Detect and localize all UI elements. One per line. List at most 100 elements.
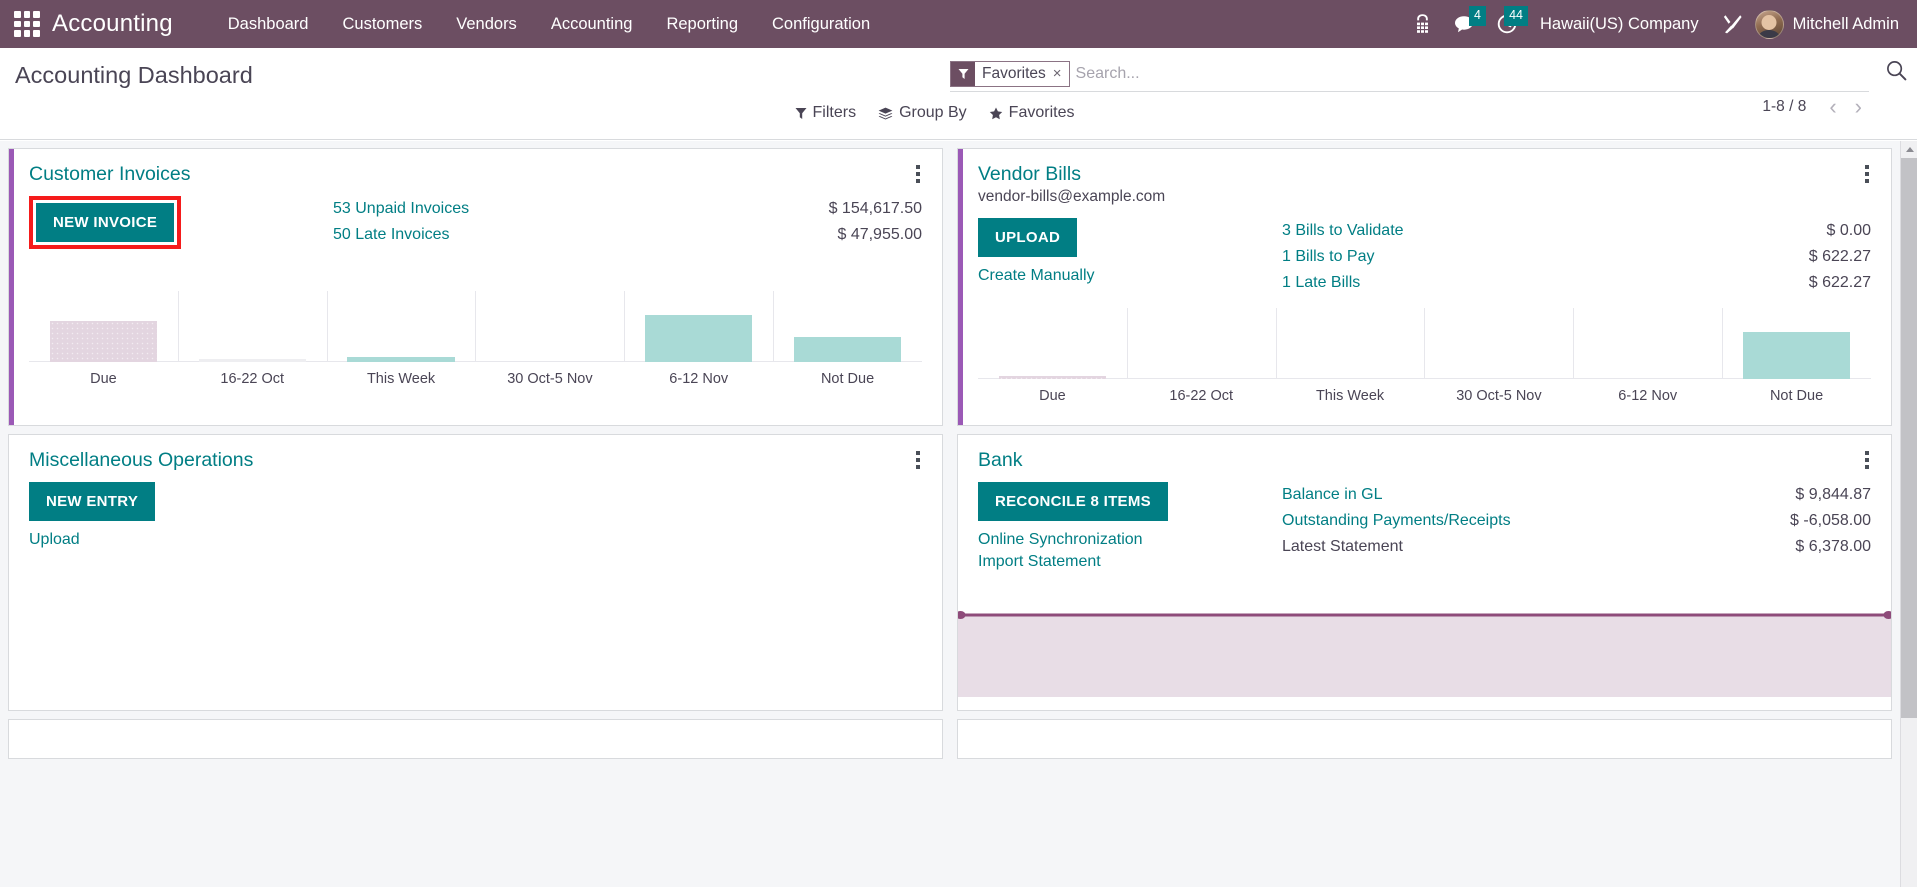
bills-to-validate-amount: $ 0.00 <box>1826 222 1871 239</box>
balance-in-gl-link[interactable]: Balance in GL <box>1282 483 1383 507</box>
card-figures: 3 Bills to Validate $ 0.00 1 Bills to Pa… <box>1278 218 1871 296</box>
card-next-row-right[interactable] <box>957 719 1892 759</box>
card-title: Miscellaneous Operations <box>29 449 254 471</box>
bank-balance-area-chart[interactable] <box>958 593 1891 697</box>
chart-bar[interactable] <box>793 337 902 362</box>
chart-bar[interactable] <box>645 315 753 362</box>
phone-dialpad-icon[interactable] <box>1402 0 1443 48</box>
card-menu-icon[interactable] <box>1857 163 1877 185</box>
menu-item-accounting[interactable]: Accounting <box>534 0 650 48</box>
card-title: Bank <box>978 449 1023 471</box>
chevron-left-icon[interactable]: ‹ <box>1822 96 1843 118</box>
figure-row: Latest Statement $ 6,378.00 <box>1282 534 1871 560</box>
filter-funnel-icon <box>795 107 807 119</box>
chart-column[interactable]: This Week <box>326 285 476 388</box>
chart-column[interactable]: This Week <box>1275 302 1425 405</box>
search-icon[interactable] <box>1886 60 1907 87</box>
chart-column[interactable]: 30 Oct-5 Nov <box>475 285 625 388</box>
card-customer-invoices[interactable]: Customer Invoices NEW INVOICE 53 Unpaid … <box>8 148 943 426</box>
outstanding-payments-link[interactable]: Outstanding Payments/Receipts <box>1282 509 1511 533</box>
apps-grid-icon[interactable] <box>14 11 40 37</box>
chart-column[interactable]: 6-12 Nov <box>1573 302 1722 405</box>
app-brand-title[interactable]: Accounting <box>52 10 173 38</box>
card-menu-icon[interactable] <box>1857 449 1877 471</box>
chart-column[interactable]: Not Due <box>1722 302 1871 405</box>
chart-column[interactable]: 30 Oct-5 Nov <box>1424 302 1574 405</box>
chart-column[interactable]: Due <box>29 285 178 388</box>
activities-count-badge: 44 <box>1504 6 1528 26</box>
chart-x-label: Not Due <box>820 371 875 387</box>
card-menu-icon[interactable] <box>908 163 928 185</box>
aged-balance-bar-chart[interactable]: Due 16-22 Oct This Week 30 Oct-5 Nov 6-1… <box>29 285 922 388</box>
card-main: NEW INVOICE 53 Unpaid Invoices $ 154,617… <box>29 188 922 249</box>
figure-row: Outstanding Payments/Receipts $ -6,058.0… <box>1282 508 1871 534</box>
late-bills-amount: $ 622.27 <box>1808 274 1871 291</box>
search-facet-label: Favorites <box>982 64 1046 82</box>
online-synchronization-link[interactable]: Online Synchronization <box>978 531 1278 549</box>
search-facet-body: Favorites × <box>975 62 1069 86</box>
card-title: Customer Invoices <box>29 163 191 185</box>
chart-column[interactable]: Not Due <box>773 285 922 388</box>
filters-dropdown-button[interactable]: Filters <box>795 104 856 122</box>
bills-to-validate-link[interactable]: 3 Bills to Validate <box>1282 219 1404 243</box>
card-bank[interactable]: Bank RECONCILE 8 ITEMS Online Synchroniz… <box>957 434 1892 711</box>
chart-bar[interactable] <box>998 376 1106 379</box>
upload-button[interactable]: UPLOAD <box>978 218 1078 257</box>
close-icon[interactable]: × <box>1053 65 1062 82</box>
chart-column[interactable]: 16-22 Oct <box>1126 302 1276 405</box>
avatar[interactable] <box>1754 9 1784 39</box>
menu-item-configuration[interactable]: Configuration <box>755 0 887 48</box>
vertical-scrollbar[interactable] <box>1900 141 1917 887</box>
new-entry-button[interactable]: NEW ENTRY <box>29 482 156 521</box>
late-bills-link[interactable]: 1 Late Bills <box>1282 271 1360 295</box>
navbar-right-section: 4 44 Hawaii(US) Company Mitchell Admin <box>1402 0 1917 48</box>
favorites-label: Favorites <box>1008 104 1075 121</box>
chevron-right-icon[interactable]: › <box>1848 96 1869 118</box>
reconcile-items-button[interactable]: RECONCILE 8 ITEMS <box>978 482 1168 521</box>
late-invoices-link[interactable]: 50 Late Invoices <box>333 223 450 247</box>
balance-in-gl-amount: $ 9,844.87 <box>1795 486 1871 503</box>
upload-link[interactable]: Upload <box>29 531 329 549</box>
menu-item-dashboard[interactable]: Dashboard <box>211 0 326 48</box>
unpaid-invoices-link[interactable]: 53 Unpaid Invoices <box>333 197 469 221</box>
search-facet-favorites[interactable]: Favorites × <box>950 60 1070 87</box>
menu-item-reporting[interactable]: Reporting <box>649 0 755 48</box>
figure-row: 1 Late Bills $ 622.27 <box>1282 270 1871 296</box>
new-invoice-highlight-box: NEW INVOICE <box>29 196 182 249</box>
search-input[interactable] <box>1075 64 1869 83</box>
chart-bar[interactable] <box>347 357 455 362</box>
activities-button[interactable]: 44 <box>1486 0 1528 48</box>
figure-row: 3 Bills to Validate $ 0.00 <box>1282 218 1871 244</box>
messages-count-badge: 4 <box>1468 6 1486 26</box>
new-invoice-button[interactable]: NEW INVOICE <box>36 203 175 242</box>
card-menu-icon[interactable] <box>908 449 928 471</box>
figure-row: Balance in GL $ 9,844.87 <box>1282 482 1871 508</box>
card-figures: 53 Unpaid Invoices $ 154,617.50 50 Late … <box>329 196 922 248</box>
chart-column[interactable]: Due <box>978 302 1127 405</box>
menu-item-vendors[interactable]: Vendors <box>439 0 534 48</box>
chart-bar[interactable] <box>49 321 157 362</box>
card-miscellaneous-operations[interactable]: Miscellaneous Operations NEW ENTRY Uploa… <box>8 434 943 711</box>
group-by-dropdown-button[interactable]: Group By <box>878 104 967 122</box>
card-vendor-bills[interactable]: Vendor Bills vendor-bills@example.com UP… <box>957 148 1892 426</box>
aged-balance-bar-chart[interactable]: Due 16-22 Oct This Week 30 Oct-5 Nov 6-1… <box>978 302 1871 405</box>
messages-button[interactable]: 4 <box>1443 0 1486 48</box>
create-manually-link[interactable]: Create Manually <box>978 267 1278 285</box>
chart-column[interactable]: 16-22 Oct <box>177 285 327 388</box>
bills-to-pay-link[interactable]: 1 Bills to Pay <box>1282 245 1374 269</box>
card-next-row-left[interactable] <box>8 719 943 759</box>
favorites-dropdown-button[interactable]: Favorites <box>989 104 1075 122</box>
chart-x-label: 30 Oct-5 Nov <box>1456 388 1542 404</box>
company-switcher[interactable]: Hawaii(US) Company <box>1528 0 1711 48</box>
filter-buttons-row: Filters Group By Favorites <box>0 96 1869 130</box>
chart-bar[interactable] <box>1742 332 1851 379</box>
figure-row: 53 Unpaid Invoices $ 154,617.50 <box>333 196 922 222</box>
chart-bar[interactable] <box>198 359 306 362</box>
user-menu[interactable]: Mitchell Admin <box>1793 0 1903 48</box>
menu-item-customers[interactable]: Customers <box>325 0 439 48</box>
scroll-up-arrow-icon[interactable] <box>1901 141 1917 158</box>
chart-column[interactable]: 6-12 Nov <box>624 285 773 388</box>
developer-tools-button[interactable] <box>1711 0 1755 48</box>
import-statement-link[interactable]: Import Statement <box>978 553 1278 571</box>
scrollbar-thumb[interactable] <box>1901 158 1917 718</box>
